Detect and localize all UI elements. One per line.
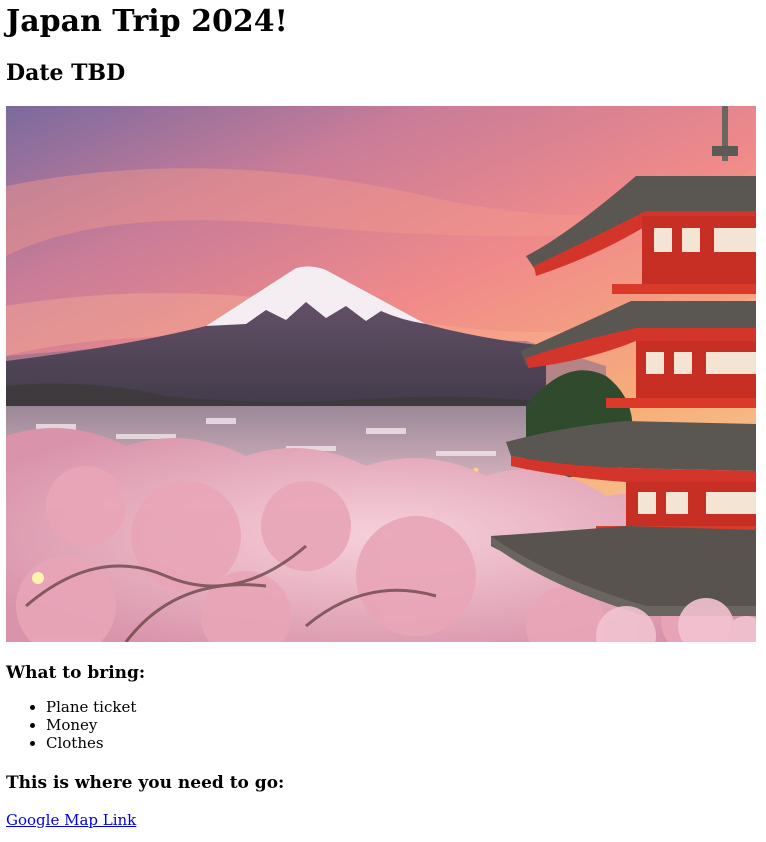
link-paragraph: Google Map Link	[6, 810, 766, 830]
hero-image	[6, 106, 756, 642]
list-item: Clothes	[46, 734, 766, 752]
bring-list: Plane ticket Money Clothes	[6, 698, 766, 752]
page-title: Japan Trip 2024!	[6, 4, 288, 39]
list-item: Plane ticket	[46, 698, 766, 716]
google-map-link[interactable]: Google Map Link	[6, 811, 136, 829]
list-item: Money	[46, 716, 766, 734]
page-subtitle: Date TBD	[6, 60, 126, 86]
bring-heading: What to bring:	[6, 663, 146, 683]
destination-heading: This is where you need to go:	[6, 773, 285, 793]
page-root: Japan Trip 2024! Date TBD What to bring:…	[0, 0, 766, 830]
